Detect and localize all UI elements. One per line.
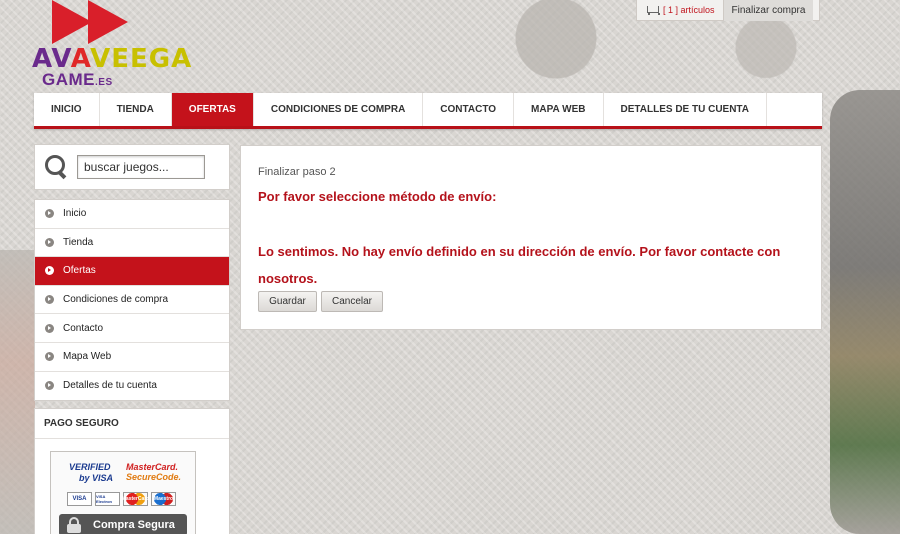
sidebar-item-detalles-cuenta[interactable]: Detalles de tu cuenta: [35, 372, 229, 401]
sidebar-item-label: Mapa Web: [63, 351, 112, 363]
sidebar-item-tienda[interactable]: Tienda: [35, 229, 229, 258]
shipping-error-message: Lo sentimos. No hay envío definido en su…: [258, 244, 781, 286]
logo-play-icon: [52, 0, 92, 44]
checkout-step-label: Finalizar paso 2: [258, 166, 336, 178]
sidebar-item-ofertas[interactable]: Ofertas: [35, 257, 229, 286]
cart-icon[interactable]: [645, 4, 660, 16]
secure-payment-title: PAGO SEGURO: [35, 409, 229, 439]
nav-item-ofertas[interactable]: OFERTAS: [171, 93, 254, 126]
secure-purchase-bar: Compra Segura: [59, 514, 187, 534]
site-logo[interactable]: AVAVEEGA GAME.ES: [30, 0, 200, 90]
save-button[interactable]: Guardar: [258, 291, 317, 312]
chevron-right-icon: [45, 381, 54, 391]
nav-item-mapa-web[interactable]: MAPA WEB: [514, 93, 604, 126]
search-icon[interactable]: [45, 155, 69, 179]
sidebar-item-condiciones[interactable]: Condiciones de compra: [35, 286, 229, 315]
sidebar-item-inicio[interactable]: Inicio: [35, 200, 229, 229]
sidebar-item-label: Tienda: [63, 236, 94, 248]
chevron-right-icon: [45, 209, 54, 219]
chevron-right-icon: [45, 237, 54, 247]
sidebar-item-label: Detalles de tu cuenta: [63, 380, 157, 392]
search-box: [34, 144, 230, 190]
visa-electron-card-icon: VISA Electron: [95, 492, 120, 506]
cart-count-link[interactable]: [ 1 ] artículos: [663, 5, 715, 15]
nav-item-inicio[interactable]: INICIO: [34, 93, 100, 126]
chevron-right-icon: [45, 352, 54, 362]
sidebar-item-contacto[interactable]: Contacto: [35, 314, 229, 343]
verified-by-visa-logo: VERIFIED by VISA: [69, 462, 114, 483]
maestro-card-icon: Maestro: [151, 492, 176, 506]
secure-purchase-label: Compra Segura: [93, 519, 175, 531]
nav-item-contacto[interactable]: CONTACTO: [423, 93, 515, 126]
search-input[interactable]: [77, 155, 205, 179]
sidebar-item-label: Inicio: [63, 208, 87, 220]
background-characters-art: [830, 90, 900, 534]
mastercard-securecode-logo: MasterCard. SecureCode.: [126, 462, 182, 482]
logo-subtitle: GAME.ES: [42, 70, 113, 89]
secure-payment-badge: VERIFIED by VISA MasterCard. SecureCode. V…: [50, 451, 196, 534]
sidebar-item-mapa-web[interactable]: Mapa Web: [35, 343, 229, 372]
main-nav: INICIO TIENDA OFERTAS CONDICIONES DE COM…: [34, 93, 822, 129]
background-character-left-art: [0, 250, 35, 534]
nav-item-detalles-cuenta[interactable]: DETALLES DE TU CUENTA: [604, 93, 768, 126]
sidebar-menu: Inicio Tienda Ofertas Condiciones de com…: [34, 199, 230, 402]
visa-card-icon: VISA: [67, 492, 92, 506]
cancel-button[interactable]: Cancelar: [321, 291, 383, 312]
mastercard-card-icon: MasterCard: [122, 492, 149, 506]
shipping-method-title: Por favor seleccione método de envío:: [258, 189, 497, 204]
sidebar-item-label: Contacto: [63, 322, 104, 334]
checkout-panel: Finalizar paso 2 Por favor seleccione mé…: [240, 145, 822, 330]
chevron-right-icon: [45, 323, 54, 333]
cart-bar: [ 1 ] artículos Finalizar compra: [636, 0, 820, 21]
nav-item-tienda[interactable]: TIENDA: [100, 93, 172, 126]
checkout-button[interactable]: Finalizar compra: [722, 0, 814, 21]
lock-icon: [67, 517, 81, 533]
logo-play-icon-2: [88, 0, 128, 44]
sidebar-item-label: Ofertas: [63, 265, 96, 277]
chevron-right-icon: [45, 295, 54, 305]
chevron-right-icon: [45, 266, 54, 276]
card-logos: VISA VISA Electron MasterCard Maestro: [67, 492, 176, 506]
secure-payment-panel: PAGO SEGURO VERIFIED by VISA MasterCard. S…: [34, 408, 230, 534]
nav-item-condiciones[interactable]: CONDICIONES DE COMPRA: [254, 93, 424, 126]
sidebar-item-label: Condiciones de compra: [63, 294, 169, 306]
